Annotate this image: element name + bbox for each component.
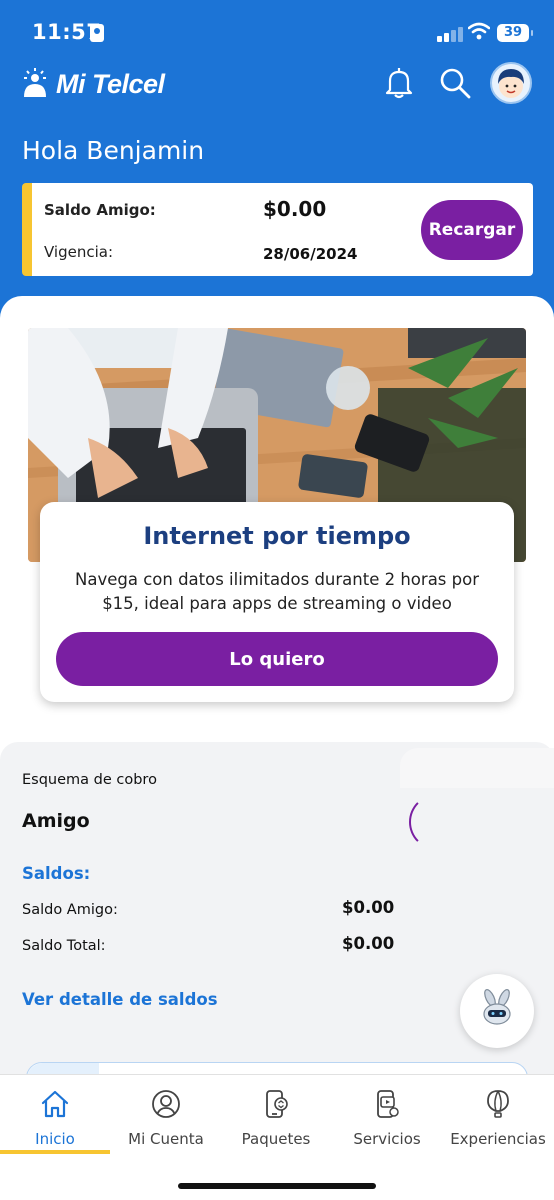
saldo-amigo-value: $0.00 bbox=[263, 197, 327, 221]
assistant-button[interactable] bbox=[460, 974, 534, 1048]
contact-card-icon bbox=[90, 24, 104, 42]
wifi-icon bbox=[468, 22, 490, 40]
home-indicator bbox=[178, 1183, 376, 1189]
promo-title: Internet por tiempo bbox=[143, 522, 411, 550]
vigencia-value: 28/06/2024 bbox=[263, 245, 358, 263]
tab-paquetes[interactable]: Paquetes bbox=[221, 1075, 331, 1159]
saldo-amigo-label: Saldo Amigo: bbox=[44, 201, 156, 219]
greeting-text: Hola Benjamin bbox=[22, 136, 205, 165]
status-bar: 11:57 39 bbox=[0, 0, 554, 64]
scheme-value: Amigo bbox=[22, 810, 90, 832]
logo-text: Mi Telcel bbox=[56, 68, 165, 99]
mi-telcel-logo[interactable]: Mi Telcel bbox=[22, 66, 165, 102]
packages-icon bbox=[266, 1090, 288, 1118]
view-balance-details-link[interactable]: Ver detalle de saldos bbox=[22, 990, 218, 1009]
cellular-signal-icon bbox=[437, 26, 463, 42]
recharge-button[interactable]: Recargar bbox=[421, 200, 523, 260]
balloon-icon bbox=[487, 1090, 509, 1118]
search-icon[interactable] bbox=[438, 66, 472, 100]
tab-mi-cuenta[interactable]: Mi Cuenta bbox=[111, 1075, 221, 1159]
vigencia-label: Vigencia: bbox=[44, 243, 114, 261]
tab-servicios[interactable]: Servicios bbox=[332, 1075, 442, 1159]
section-tab-shape bbox=[400, 748, 554, 788]
notifications-bell-icon[interactable] bbox=[382, 66, 416, 100]
balance-card: Saldo Amigo: $0.00 Vigencia: 28/06/2024 … bbox=[22, 183, 533, 276]
promo-description: Navega con datos ilimitados durante 2 ho… bbox=[75, 570, 479, 613]
saldo-row-value: $0.00 bbox=[342, 898, 395, 917]
saldos-heading: Saldos: bbox=[22, 864, 91, 883]
tab-experiencias[interactable]: Experiencias bbox=[443, 1075, 553, 1159]
services-icon bbox=[377, 1090, 399, 1118]
scheme-label: Esquema de cobro bbox=[22, 772, 157, 788]
saldo-row-label: Saldo Amigo: bbox=[22, 902, 118, 918]
assistant-bunny-icon bbox=[483, 989, 511, 1025]
bottom-tab-bar: Inicio Mi Cuenta Paquetes Servicios Expe… bbox=[0, 1074, 554, 1200]
lo-quiero-button[interactable]: Lo quiero bbox=[56, 632, 498, 686]
battery-indicator: 39 bbox=[497, 24, 533, 42]
home-icon bbox=[41, 1090, 69, 1118]
avatar-face-icon bbox=[498, 69, 524, 98]
account-icon bbox=[152, 1090, 180, 1118]
saldo-row-label: Saldo Total: bbox=[22, 938, 106, 954]
tab-label: Experiencias bbox=[450, 1130, 546, 1148]
tab-inicio[interactable]: Inicio bbox=[0, 1075, 110, 1159]
saldo-row-value: $0.00 bbox=[342, 934, 395, 953]
telcel-logo-icon bbox=[24, 68, 46, 97]
promo-card: Internet por tiempo Navega con datos ili… bbox=[40, 502, 514, 702]
active-tab-indicator bbox=[0, 1150, 110, 1154]
loading-spinner bbox=[409, 794, 465, 850]
user-avatar[interactable] bbox=[490, 62, 532, 104]
